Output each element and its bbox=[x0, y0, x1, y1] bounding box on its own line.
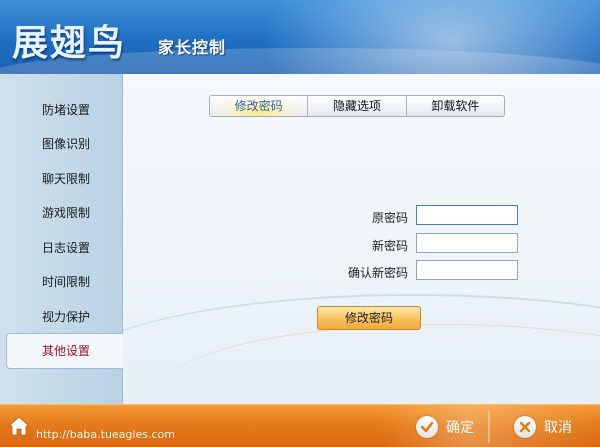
tab-uninstall[interactable]: 卸载软件 bbox=[407, 96, 504, 116]
sidebar-item-time-limit[interactable]: 时间限制 bbox=[0, 265, 122, 299]
app-window: 展翅鸟 家长控制 防堵设置 图像识别 聊天限制 游戏限制 日志设置 时间限制 视… bbox=[0, 0, 600, 447]
old-password-row: 原密码 bbox=[223, 205, 543, 227]
home-icon[interactable] bbox=[8, 415, 30, 437]
app-logo: 展翅鸟 bbox=[12, 23, 127, 64]
sidebar-item-eye-protection[interactable]: 视力保护 bbox=[0, 300, 122, 334]
new-password-field[interactable] bbox=[416, 233, 518, 253]
sidebar-item-other-settings[interactable]: 其他设置 bbox=[6, 333, 124, 369]
checkmark-icon bbox=[416, 416, 438, 438]
new-password-label: 新密码 bbox=[371, 239, 408, 253]
close-icon bbox=[514, 416, 536, 438]
sidebar-item-image-recognition[interactable]: 图像识别 bbox=[0, 127, 122, 161]
footer-divider bbox=[488, 411, 490, 443]
ok-label: 确定 bbox=[446, 420, 474, 436]
sidebar-item-anti-bypass[interactable]: 防堵设置 bbox=[0, 93, 122, 127]
old-password-label: 原密码 bbox=[371, 211, 408, 225]
confirm-password-row: 确认新密码 bbox=[223, 260, 543, 282]
old-password-field[interactable] bbox=[416, 205, 518, 225]
new-password-row: 新密码 bbox=[223, 233, 543, 255]
change-password-button[interactable]: 修改密码 bbox=[317, 306, 421, 330]
website-link[interactable]: http://baba.tueagles.com bbox=[36, 428, 175, 441]
ok-button[interactable]: 确定 bbox=[416, 414, 474, 440]
cancel-label: 取消 bbox=[544, 420, 572, 436]
sidebar-item-game-limit[interactable]: 游戏限制 bbox=[0, 196, 122, 230]
sidebar-item-log-settings[interactable]: 日志设置 bbox=[0, 231, 122, 265]
tab-hide-options[interactable]: 隐藏选项 bbox=[308, 96, 407, 116]
tab-change-password[interactable]: 修改密码 bbox=[210, 96, 309, 116]
cancel-button[interactable]: 取消 bbox=[514, 414, 572, 440]
app-subtitle: 家长控制 bbox=[158, 38, 227, 57]
sidebar-item-chat-limit[interactable]: 聊天限制 bbox=[0, 162, 122, 196]
confirm-password-field[interactable] bbox=[416, 260, 518, 280]
sidebar: 防堵设置 图像识别 聊天限制 游戏限制 日志设置 时间限制 视力保护 其他设置 bbox=[0, 74, 124, 404]
main-panel: 修改密码 隐藏选项 卸载软件 原密码 新密码 确认新密码 修改密码 bbox=[123, 74, 600, 404]
confirm-password-label: 确认新密码 bbox=[347, 266, 408, 280]
footer: http://baba.tueagles.com 确定 取消 bbox=[0, 404, 600, 447]
tab-bar: 修改密码 隐藏选项 卸载软件 bbox=[209, 95, 505, 117]
header: 展翅鸟 家长控制 bbox=[0, 0, 600, 74]
